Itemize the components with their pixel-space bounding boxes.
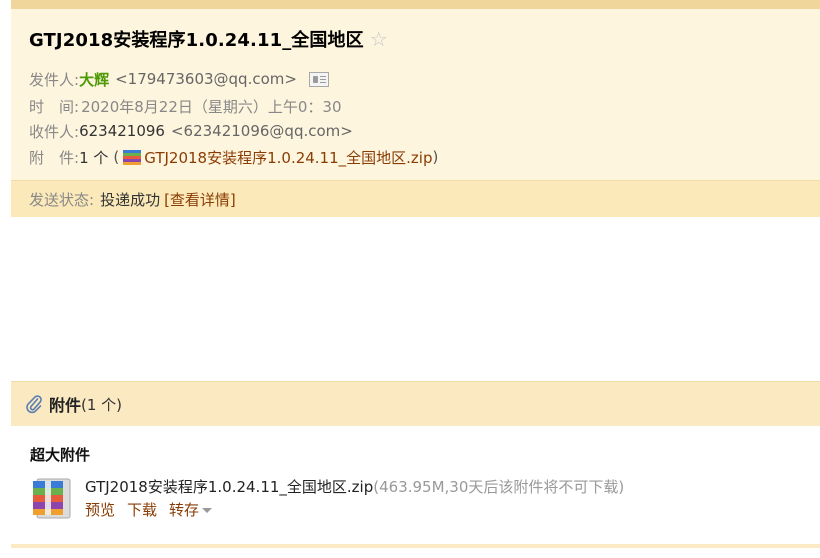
attachment-label: 附 件:: [29, 148, 80, 167]
status-bar: 发送状态: 投递成功 [查看详情]: [11, 180, 820, 217]
to-label: 收件人:: [29, 122, 80, 141]
sender-address[interactable]: <179473603@qq.com>: [115, 70, 297, 88]
sender-name[interactable]: 大辉: [79, 69, 109, 90]
status-label: 发送状态:: [29, 190, 95, 209]
from-label: 发件人:: [29, 70, 80, 89]
attachment-section: 附件 (1 个) 超大附件 GTJ2018安装程序1.0.24.11_全国地区.…: [11, 381, 820, 548]
attachment-link[interactable]: GTJ2018安装程序1.0.24.11_全国地区.zip: [144, 147, 432, 168]
mail-header: GTJ2018安装程序1.0.24.11_全国地区 ☆ 发件人: 大辉 <179…: [11, 0, 820, 217]
close-paren: ): [432, 148, 439, 166]
attachment-count: 1 个: [79, 148, 109, 167]
file-name-line: GTJ2018安装程序1.0.24.11_全国地区.zip(463.95M,30…: [85, 476, 624, 498]
file-actions: 预览 下载 转存: [85, 498, 624, 522]
attachment-section-title: 附件: [49, 396, 82, 415]
preview-button[interactable]: 预览: [85, 498, 115, 522]
time-value: 2020年8月22日（星期六）上午0：30: [81, 97, 342, 116]
time-label: 时 间:: [29, 97, 80, 116]
to-row: 收件人: 623421096 <623421096@qq.com>: [29, 120, 353, 142]
file-info: GTJ2018安装程序1.0.24.11_全国地区.zip(463.95M,30…: [85, 476, 624, 526]
recipient-address[interactable]: <623421096@qq.com>: [171, 122, 353, 140]
recipient-name[interactable]: 623421096: [79, 122, 165, 140]
contact-card-icon[interactable]: [308, 71, 329, 87]
save-to-label: 转存: [169, 501, 200, 519]
star-icon[interactable]: ☆: [370, 29, 388, 49]
attachment-row: 附 件: 1 个 ( GTJ2018安装程序1.0.24.11_全国地区.zip…: [29, 146, 438, 168]
view-details-link[interactable]: [查看详情]: [164, 189, 236, 210]
from-row: 发件人: 大辉 <179473603@qq.com>: [29, 68, 329, 90]
status-value: 投递成功: [100, 190, 161, 209]
time-row: 时 间: 2020年8月22日（星期六）上午0：30: [29, 95, 342, 117]
caret-down-icon[interactable]: [202, 508, 213, 513]
download-button[interactable]: 下载: [127, 498, 157, 522]
subject-row: GTJ2018安装程序1.0.24.11_全国地区 ☆: [29, 25, 388, 53]
archive-icon: [123, 149, 142, 165]
large-attachment-label: 超大附件: [30, 446, 91, 464]
archive-file-icon[interactable]: [31, 476, 73, 520]
open-paren: (: [113, 148, 120, 166]
attachment-file-item: GTJ2018安装程序1.0.24.11_全国地区.zip(463.95M,30…: [31, 476, 624, 526]
mail-subject: GTJ2018安装程序1.0.24.11_全国地区: [29, 30, 364, 51]
attachment-section-count: (1 个): [81, 395, 123, 414]
save-to-button[interactable]: 转存: [169, 498, 213, 522]
attachment-section-header: 附件 (1 个): [11, 382, 820, 426]
paperclip-icon: [25, 394, 43, 414]
file-size-note: (463.95M,30天后该附件将不可下载): [373, 478, 625, 496]
file-name: GTJ2018安装程序1.0.24.11_全国地区.zip: [85, 478, 374, 496]
